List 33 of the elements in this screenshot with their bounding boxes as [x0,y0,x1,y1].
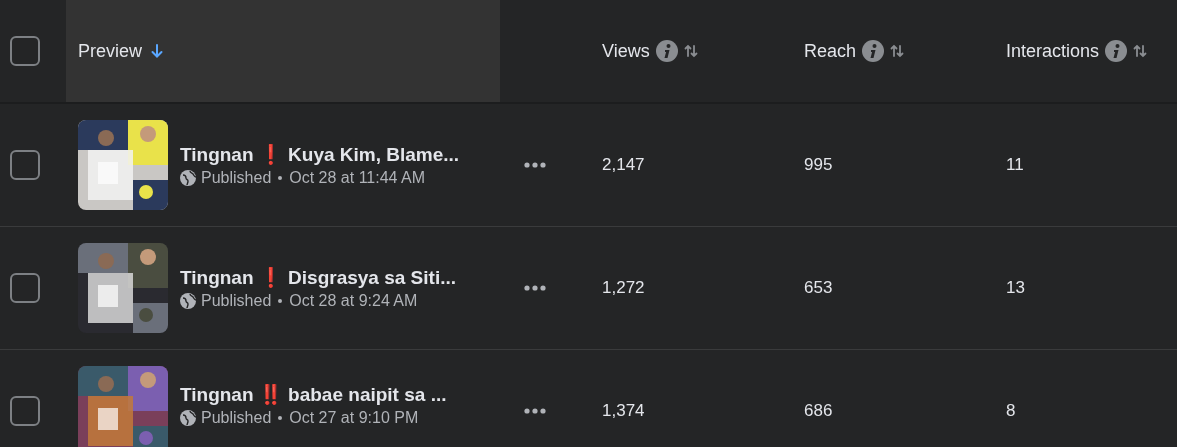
status-text: Published [201,292,272,310]
post-title[interactable]: Tingnan ❗ Disgrasya sa Siti... [180,266,456,289]
globe-icon [180,170,196,186]
column-header[interactable]: Preview [66,0,500,102]
table-cell: 653 [804,278,833,298]
column-label[interactable]: Interactions [1006,40,1100,62]
status-text: Published [201,169,272,187]
checkbox[interactable] [10,273,40,303]
post-date: Oct 27 at 9:10 PM [289,409,419,427]
globe-icon [180,410,196,426]
post-title[interactable]: Tingnan ❗ Kuya Kim, Blame... [180,143,460,166]
table-cell: 1,374 [602,401,645,421]
table-cell: 995 [804,155,833,175]
table-cell: 686 [804,401,833,421]
post-date: Oct 28 at 11:44 AM [289,169,426,187]
table-cell: 8 [1006,401,1016,421]
checkbox[interactable] [10,396,40,426]
table-cell: 1,272 [602,278,645,298]
status-text: Published [201,409,272,427]
post-date: Oct 28 at 9:24 AM [289,292,418,310]
post-title[interactable]: Tingnan ‼ babae naipit sa ... [180,383,447,406]
checkbox[interactable] [10,36,40,66]
column-label[interactable]: Preview [78,40,143,62]
more-icon [524,408,546,414]
globe-icon [180,293,196,309]
more-icon [524,285,546,291]
more-icon [524,162,546,168]
checkbox[interactable] [10,150,40,180]
table-cell: 11 [1006,155,1024,175]
table-cell: 13 [1006,278,1025,298]
column-label[interactable]: Views [602,40,650,62]
column-label[interactable]: Reach [804,40,857,62]
table-cell: 2,147 [602,155,645,175]
